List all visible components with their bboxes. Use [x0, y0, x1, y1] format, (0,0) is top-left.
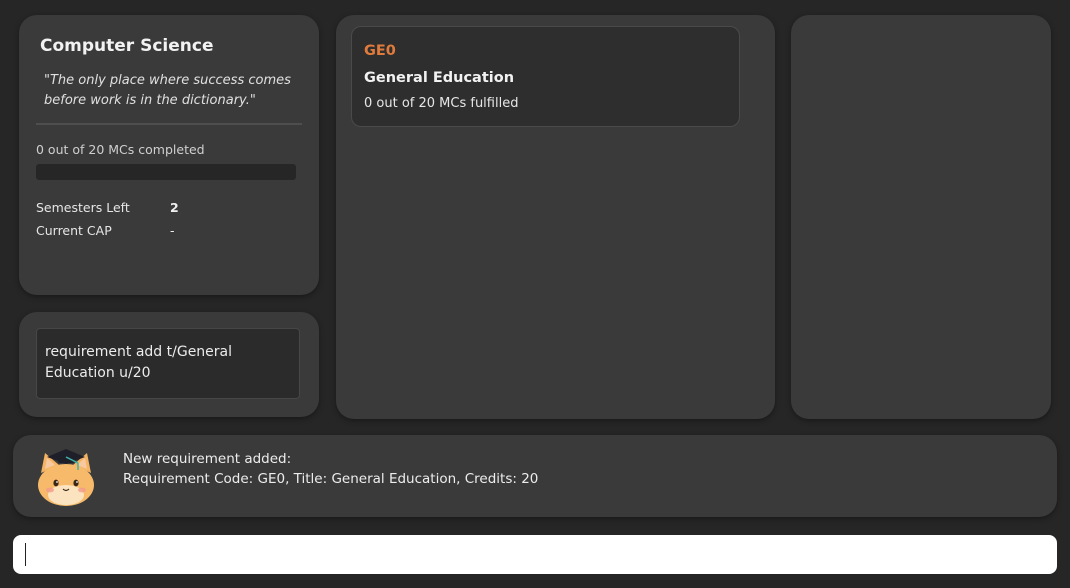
- divider: [36, 123, 302, 125]
- mc-progress-bar: [36, 164, 296, 180]
- semesters-left-label: Semesters Left: [36, 200, 130, 215]
- profile-panel: Computer Science "The only place where s…: [19, 15, 319, 295]
- requirement-progress: 0 out of 20 MCs fulfilled: [364, 96, 519, 111]
- result-panel: New requirement added: Requirement Code:…: [13, 435, 1057, 517]
- result-message: New requirement added: Requirement Code:…: [123, 449, 538, 489]
- current-cap-value: -: [170, 223, 175, 238]
- requirement-title: General Education: [364, 70, 515, 86]
- current-cap-label: Current CAP: [36, 223, 112, 238]
- semesters-left-value: 2: [170, 200, 179, 215]
- degree-title: Computer Science: [40, 36, 214, 56]
- result-line-1: New requirement added:: [123, 451, 292, 467]
- command-history-panel: requirement add t/General Education u/20: [19, 312, 319, 417]
- requirements-panel[interactable]: GE0 General Education 0 out of 20 MCs fu…: [336, 15, 775, 419]
- command-input[interactable]: [13, 535, 1057, 574]
- graduate-cat-icon: [38, 449, 94, 506]
- motivational-quote: "The only place where success comes befo…: [44, 73, 291, 108]
- modules-panel[interactable]: [791, 15, 1051, 419]
- result-line-2: Requirement Code: GE0, Title: General Ed…: [123, 471, 539, 487]
- requirement-card[interactable]: GE0 General Education 0 out of 20 MCs fu…: [351, 26, 740, 127]
- mc-progress-text: 0 out of 20 MCs completed: [36, 142, 205, 157]
- requirement-code: GE0: [364, 43, 396, 59]
- text-caret: [25, 543, 26, 566]
- last-command-display: requirement add t/General Education u/20: [36, 328, 300, 399]
